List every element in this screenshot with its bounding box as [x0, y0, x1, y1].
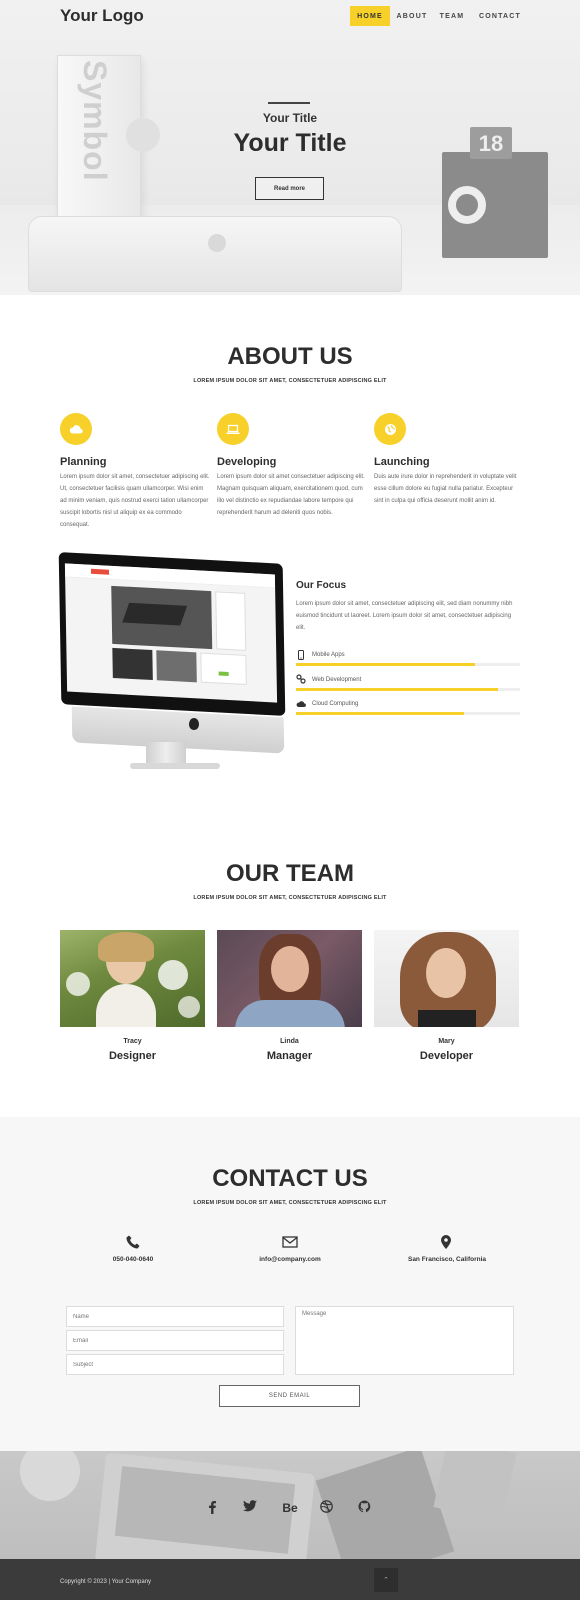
team-name-mary: Mary [438, 1038, 455, 1045]
monitor-base [130, 763, 220, 769]
about-subtitle: LOREM IPSUM DOLOR SIT AMET, CONSECTETUER… [193, 378, 387, 384]
site-logo[interactable]: Your Logo [60, 6, 144, 26]
feature-text-launching: Duis aute irure dolor in reprehenderit i… [374, 474, 517, 504]
nav-home[interactable]: HOME [350, 6, 390, 26]
contact-subtitle: LOREM IPSUM DOLOR SIT AMET, CONSECTETUER… [193, 1200, 387, 1206]
nav-team[interactable]: TEAM [436, 6, 468, 26]
laptop-icon [217, 413, 249, 445]
skill-fill-cloud [296, 712, 464, 715]
hero-laptop-logo [208, 234, 226, 252]
hero-divider [268, 102, 310, 104]
nav-about[interactable]: ABOUT [394, 6, 430, 26]
skill-fill-mobile [296, 663, 476, 666]
hero-calendar-rows [488, 184, 540, 220]
team-name-tracy: Tracy [123, 1038, 142, 1045]
globe-icon [374, 413, 406, 445]
team-subtitle: LOREM IPSUM DOLOR SIT AMET, CONSECTETUER… [193, 895, 387, 901]
feature-text-developing: Lorem ipsum dolor sit amet consectetuer … [217, 474, 365, 516]
monitor-screen-image [64, 563, 278, 703]
dribbble-icon[interactable] [318, 1500, 334, 1516]
team-name-linda: Linda [280, 1038, 299, 1045]
feature-text-planning: Lorem ipsum dolor sit amet, consectetuer… [60, 474, 210, 528]
link-icon [296, 674, 306, 684]
apple-logo-icon [189, 718, 199, 730]
mobile-icon [298, 650, 304, 660]
nav-contact[interactable]: CONTACT [476, 6, 524, 26]
map-pin-icon [441, 1235, 451, 1249]
feature-title-planning: Planning [60, 456, 107, 468]
message-textarea[interactable] [295, 1306, 514, 1375]
skill-label-cloud: Cloud Computing [312, 701, 359, 707]
hero-laptop-image [28, 216, 402, 292]
team-role-tracy: Designer [108, 1050, 157, 1062]
feature-title-launching: Launching [374, 456, 430, 468]
team-title: OUR TEAM [226, 860, 354, 887]
team-photo-tracy [60, 930, 205, 1027]
read-more-button[interactable]: Read more [255, 177, 324, 200]
hero-title: Your Title [233, 129, 347, 157]
skill-bar-cloud [296, 712, 520, 715]
team-role-mary: Developer [419, 1050, 474, 1062]
skill-fill-web [296, 688, 498, 691]
github-icon[interactable] [356, 1500, 372, 1516]
email-input[interactable] [66, 1330, 284, 1351]
skill-bar-web [296, 688, 520, 691]
facebook-icon[interactable] [204, 1500, 220, 1516]
focus-title: Our Focus [296, 580, 347, 591]
cloud-icon [296, 701, 306, 708]
twitter-icon[interactable] [242, 1500, 258, 1516]
skill-label-web: Web Development [312, 677, 362, 683]
phone-icon [126, 1235, 140, 1249]
name-input[interactable] [66, 1306, 284, 1327]
about-title: ABOUT US [227, 343, 353, 370]
envelope-icon [282, 1236, 298, 1248]
contact-email[interactable]: info@company.com [205, 1256, 375, 1263]
cloud-icon [60, 413, 92, 445]
hero-subtitle: Your Title [262, 111, 318, 125]
hero-calendar-dial [448, 186, 486, 224]
skill-label-mobile: Mobile Apps [312, 652, 345, 658]
feature-title-developing: Developing [217, 456, 277, 468]
team-role-linda: Manager [266, 1050, 313, 1062]
team-photo-linda [217, 930, 362, 1027]
contact-phone[interactable]: 050-040-0640 [48, 1256, 218, 1263]
back-to-top-button[interactable]: ⌃ [374, 1568, 398, 1592]
team-photo-mary [374, 930, 519, 1027]
skill-bar-mobile [296, 663, 520, 666]
subject-input[interactable] [66, 1354, 284, 1375]
copyright-text: Copyright © 2023 | Your Company [60, 1579, 152, 1585]
contact-address: San Francisco, California [407, 1256, 487, 1263]
focus-text: Lorem ipsum dolor sit amet, consectetuer… [296, 601, 513, 631]
behance-icon[interactable]: Be [280, 1500, 300, 1516]
send-email-button[interactable]: SEND EMAIL [219, 1385, 360, 1407]
contact-title: CONTACT US [212, 1165, 368, 1192]
